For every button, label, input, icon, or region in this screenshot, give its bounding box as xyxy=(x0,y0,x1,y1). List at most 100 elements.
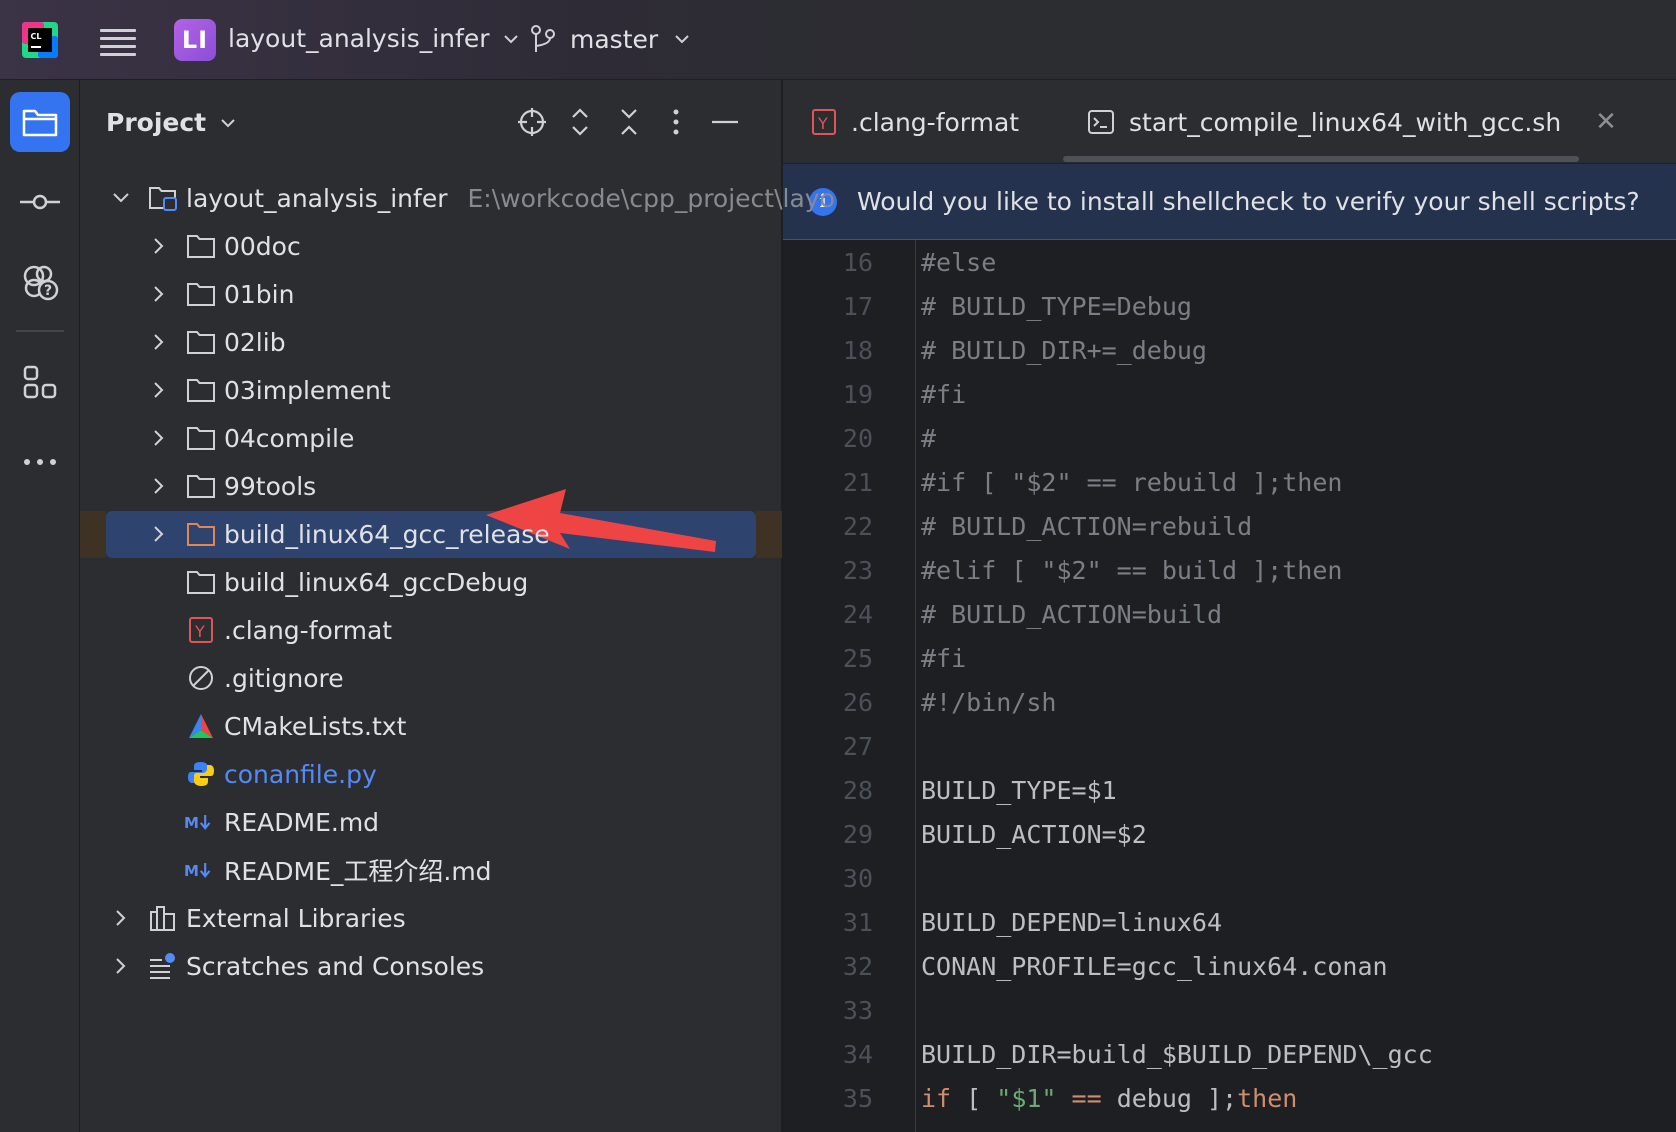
project-badge[interactable]: LI xyxy=(174,19,216,61)
tab-label: start_compile_linux64_with_gcc.sh xyxy=(1129,107,1562,137)
tab-label: .clang-format xyxy=(851,107,1020,137)
locate-file-button[interactable] xyxy=(512,102,552,142)
root-path: E:\workcode\cpp_project\layo xyxy=(467,183,835,213)
close-icon[interactable]: ✕ xyxy=(1595,107,1617,137)
learn-icon: ? xyxy=(23,265,59,301)
folder-icon xyxy=(187,235,215,258)
tree-node-folder[interactable]: build_linux64_gccDebug xyxy=(80,558,782,606)
line-text: #fi xyxy=(921,379,967,409)
keyword: then xyxy=(1237,1083,1298,1113)
notification-message: Would you like to install shellcheck to … xyxy=(857,187,1640,216)
tree-node-label: 03implement xyxy=(224,375,391,405)
collapse-all-button[interactable] xyxy=(609,102,649,142)
shellcheck-notification: i Would you like to install shellcheck t… xyxy=(783,164,1676,240)
module-folder-icon xyxy=(149,187,177,211)
code-editor[interactable]: 16 #else 17 # BUILD_TYPE=Debug 18 # BUILD_D… xyxy=(783,240,1676,1132)
chevron-right-icon[interactable] xyxy=(110,955,132,977)
chevron-right-icon[interactable] xyxy=(148,283,170,305)
scratches-icon xyxy=(150,953,175,979)
tool-window-stripe: ? xyxy=(0,80,80,1132)
tab-start-compile-script[interactable]: start_compile_linux64_with_gcc.sh ✕ xyxy=(1087,102,1617,142)
tree-node-folder[interactable]: 02lib xyxy=(80,318,782,366)
branch-switcher[interactable]: master xyxy=(530,24,692,54)
tree-node-file[interactable]: CMakeLists.txt xyxy=(80,702,782,750)
tab-clang-format[interactable]: Y .clang-format xyxy=(811,102,1019,142)
chevron-down-icon xyxy=(504,34,519,43)
clion-logo-icon[interactable]: CL xyxy=(22,22,58,58)
more-tools-button[interactable] xyxy=(10,432,70,492)
expand-all-button[interactable] xyxy=(560,102,600,142)
code-line: 35 if [ "$1" == debug ];then xyxy=(783,1076,1676,1120)
project-tree: layout_analysis_infer E:\workcode\cpp_pro… xyxy=(80,174,835,990)
learn-tool-button[interactable]: ? xyxy=(10,252,70,312)
panel-title: Project xyxy=(106,108,207,137)
tree-node-label: build_linux64_gcc_release xyxy=(224,519,550,549)
options-button[interactable] xyxy=(656,102,696,142)
tree-node-file[interactable]: Y .clang-format xyxy=(80,606,782,654)
project-view-selector[interactable]: Project xyxy=(106,108,238,137)
line-number: 18 xyxy=(842,335,873,365)
folder-icon xyxy=(187,379,215,402)
tree-node-file[interactable]: M README_工程介绍.md xyxy=(80,846,782,894)
yaml-file-icon: Y xyxy=(189,617,213,643)
line-number: 19 xyxy=(842,379,873,409)
operator-token: == xyxy=(1056,1083,1117,1113)
folder-icon xyxy=(187,475,215,498)
folder-icon xyxy=(187,427,215,450)
tree-node-folder[interactable]: 04compile xyxy=(80,414,782,462)
line-number: 25 xyxy=(842,643,873,673)
chevron-right-icon[interactable] xyxy=(148,331,170,353)
markdown-icon: M xyxy=(184,862,211,880)
tree-node-file[interactable]: .gitignore xyxy=(80,654,782,702)
code-line: 26 #!/bin/sh xyxy=(783,680,1676,724)
code-token: [ xyxy=(951,1083,997,1113)
commit-tool-button[interactable] xyxy=(10,172,70,232)
svg-text:Y: Y xyxy=(194,622,205,641)
code-line: 24 # BUILD_ACTION=build xyxy=(783,592,1676,636)
tree-node-file[interactable]: conanfile.py xyxy=(80,750,782,798)
tree-node-label: 00doc xyxy=(224,231,301,261)
chevron-right-icon[interactable] xyxy=(148,235,170,257)
line-number: 26 xyxy=(842,687,873,717)
project-tool-button[interactable] xyxy=(10,92,70,152)
line-text: # BUILD_ACTION=build xyxy=(921,599,1223,629)
python-icon xyxy=(188,762,214,786)
structure-tool-button[interactable] xyxy=(10,352,70,412)
line-text: if [ "$1" == debug ];then xyxy=(921,1084,1297,1113)
hide-panel-button[interactable] xyxy=(705,102,745,142)
chevron-down-icon[interactable] xyxy=(110,187,132,209)
selection-edge xyxy=(756,511,782,558)
markdown-icon: M xyxy=(184,814,211,832)
menu-line xyxy=(100,37,136,40)
chevron-right-icon[interactable] xyxy=(148,475,170,497)
stripe-separator xyxy=(16,330,64,332)
code-line: 28 BUILD_TYPE=$1 xyxy=(783,768,1676,812)
tree-node-folder[interactable]: 03implement xyxy=(80,366,782,414)
project-switcher[interactable]: layout_analysis_infer xyxy=(228,24,521,53)
tree-node-scratches[interactable]: Scratches and Consoles xyxy=(80,942,782,990)
minimize-icon xyxy=(712,120,738,124)
line-number: 23 xyxy=(842,555,873,585)
tree-node-libraries[interactable]: External Libraries xyxy=(80,894,782,942)
chevron-right-icon[interactable] xyxy=(110,907,132,929)
line-number: 27 xyxy=(842,731,873,761)
line-number: 34 xyxy=(842,1039,873,1069)
tree-node-folder[interactable]: 01bin xyxy=(80,270,782,318)
line-text: # BUILD_ACTION=rebuild xyxy=(921,511,1253,541)
code-line: 30 xyxy=(783,856,1676,900)
chevron-right-icon[interactable] xyxy=(148,523,170,545)
tree-node-root[interactable]: layout_analysis_infer E:\workcode\cpp_pro… xyxy=(80,174,835,222)
line-text: # xyxy=(921,423,937,453)
chevron-right-icon[interactable] xyxy=(148,379,170,401)
tree-node-file[interactable]: M README.md xyxy=(80,798,782,846)
line-number: 31 xyxy=(842,907,873,937)
svg-text:CL: CL xyxy=(31,32,42,41)
chevron-right-icon[interactable] xyxy=(148,427,170,449)
line-number: 33 xyxy=(842,995,873,1025)
code-line: 25 #fi xyxy=(783,636,1676,680)
library-icon xyxy=(150,906,175,931)
main-menu-button[interactable] xyxy=(100,24,136,56)
code-line: 16 #else xyxy=(783,240,1676,284)
line-text: BUILD_DIR=build_$BUILD_DEPEND\_gcc xyxy=(921,1039,1433,1069)
tree-node-folder[interactable]: 00doc xyxy=(80,222,782,270)
